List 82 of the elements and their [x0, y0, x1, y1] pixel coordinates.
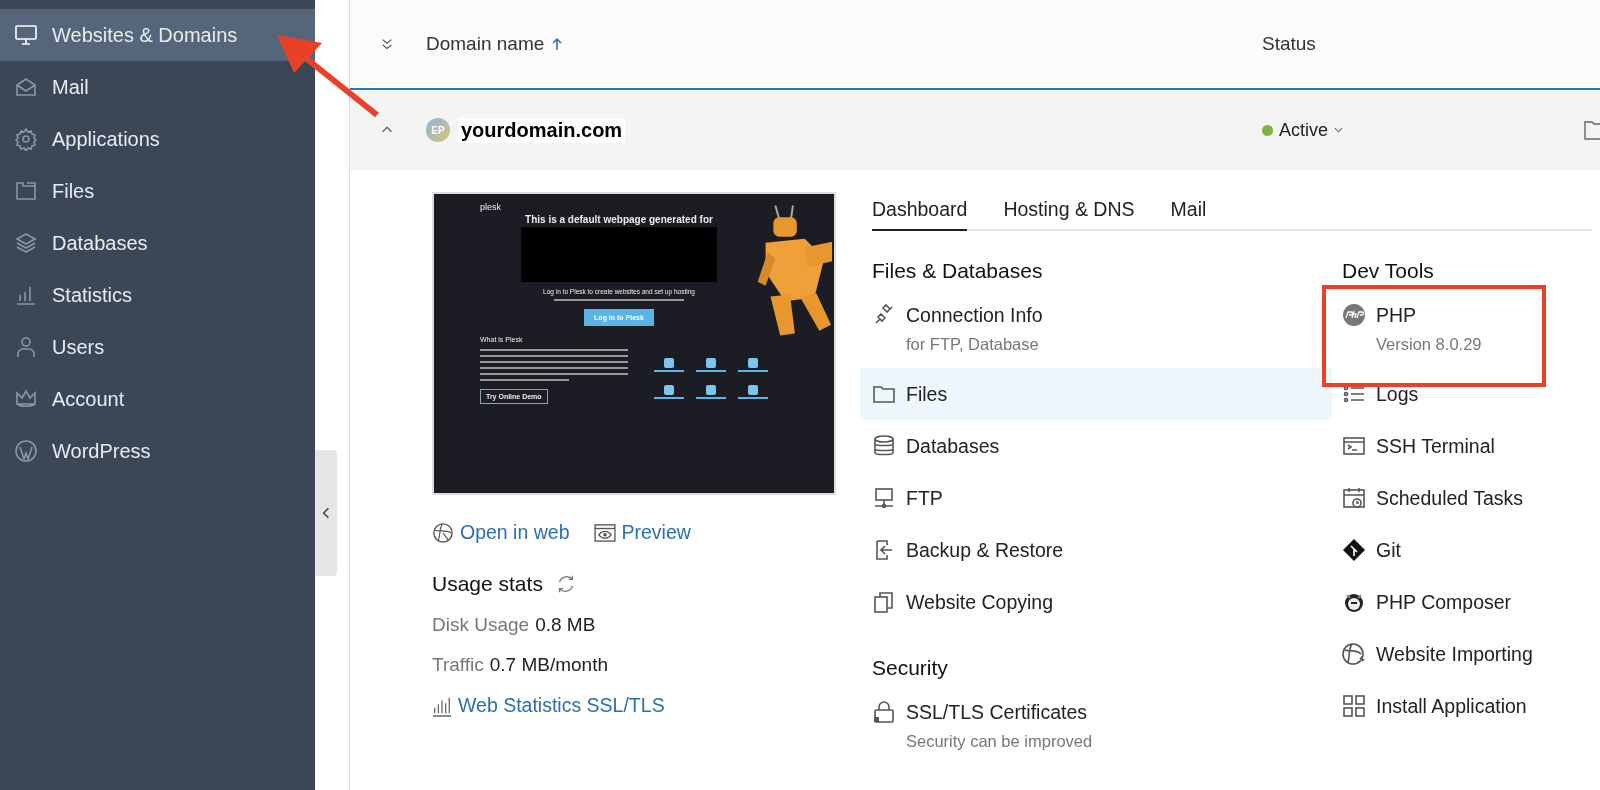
- tile-icon: [748, 358, 758, 368]
- php-icon: [1342, 303, 1366, 327]
- tile-icon: [664, 358, 674, 368]
- sidebar-item[interactable]: Files: [0, 165, 315, 217]
- eye-icon: [593, 523, 616, 542]
- tab[interactable]: Mail: [1170, 192, 1207, 229]
- chevron-left-icon: [322, 506, 330, 520]
- tool-item[interactable]: Databases: [860, 420, 1332, 472]
- sidebar-item[interactable]: Websites & Domains: [0, 9, 315, 61]
- tool-item[interactable]: Website Importing: [1330, 628, 1533, 680]
- label-line-drawing: [738, 370, 768, 372]
- database-icon: [872, 434, 896, 458]
- sidebar-item[interactable]: Mail: [0, 61, 315, 113]
- stat-label: Traffic: [432, 654, 484, 676]
- section-heading: Security: [872, 656, 949, 680]
- open-in-web-link[interactable]: Open in web: [432, 521, 570, 544]
- network-icon: [872, 486, 896, 510]
- stat-value: 0.7 MB/month: [489, 654, 608, 676]
- gear-icon: [14, 127, 38, 151]
- label-line-drawing: [654, 370, 684, 372]
- tool-description: Version 8.0.29: [1376, 335, 1483, 354]
- sidebar-collapse-handle[interactable]: [315, 450, 337, 576]
- tool-item[interactable]: Logs: [1330, 368, 1533, 420]
- tool-item[interactable]: Connection Info for FTP, Database: [860, 289, 1332, 368]
- section-heading: Dev Tools: [1342, 259, 1435, 283]
- calendar-clock-icon: [1342, 486, 1366, 510]
- label-line-drawing: [696, 397, 726, 399]
- tool-item[interactable]: PHP Version 8.0.29: [1330, 289, 1533, 368]
- sidebar-item[interactable]: Databases: [0, 217, 315, 269]
- sidebar-item[interactable]: WordPress: [0, 425, 315, 477]
- sidebar-item[interactable]: Statistics: [0, 269, 315, 321]
- terminal-icon: [1342, 434, 1366, 458]
- web-statistics-link[interactable]: Web Statistics SSL/TLS: [432, 694, 665, 717]
- user-icon: [14, 335, 38, 359]
- tile-icon: [706, 385, 716, 395]
- tool-item[interactable]: SSL/TLS Certificates Security can be improved: [860, 686, 1332, 765]
- wordpress-icon: [14, 439, 38, 463]
- logo-text: plesk: [480, 202, 501, 212]
- copy-icon: [872, 590, 896, 614]
- tool-description: for FTP, Database: [906, 335, 1040, 354]
- tab[interactable]: Hosting & DNS: [1003, 192, 1135, 229]
- avatar: EP: [426, 118, 450, 142]
- folder-icon: [14, 179, 38, 203]
- tool-item[interactable]: SSH Terminal: [1330, 420, 1533, 472]
- section-heading: Files & Databases: [872, 259, 1044, 283]
- sidebar-item[interactable]: Account: [0, 373, 315, 425]
- status-dropdown[interactable]: Active: [1279, 119, 1329, 141]
- preview-heading: This is a default webpage generated for: [525, 214, 713, 225]
- tool-item[interactable]: Files: [860, 368, 1332, 420]
- sidebar-item[interactable]: Applications: [0, 113, 315, 165]
- tile-icon: [706, 358, 716, 368]
- tool-item[interactable]: Website Copying: [860, 576, 1332, 628]
- tool-item[interactable]: PHP Composer: [1330, 576, 1533, 628]
- tool-item[interactable]: Install Application: [1330, 680, 1533, 732]
- globe-icon: [432, 521, 454, 544]
- layers-icon: [14, 231, 38, 255]
- tool-item[interactable]: Scheduled Tasks: [1330, 472, 1533, 524]
- tile-icon: [748, 385, 758, 395]
- tool-item[interactable]: FTP: [860, 472, 1332, 524]
- stat-label: Disk Usage: [432, 614, 530, 636]
- diamond-icon: [1342, 538, 1366, 562]
- domain-name[interactable]: yourdomain.com: [458, 117, 626, 143]
- caret-icon: [1334, 127, 1344, 133]
- monitor-icon: [14, 23, 38, 47]
- tool-item[interactable]: Git: [1330, 524, 1533, 576]
- tile-icon: [664, 385, 674, 395]
- column-header[interactable]: Status: [1262, 33, 1316, 55]
- preview-link[interactable]: Preview: [593, 521, 691, 544]
- section-heading: Usage stats: [432, 572, 543, 596]
- tool-description: Security can be improved: [906, 732, 1094, 751]
- collapse-all-icon[interactable]: [380, 37, 394, 51]
- tab[interactable]: Dashboard: [872, 192, 968, 231]
- column-header[interactable]: Domain name: [426, 33, 545, 55]
- label-line-drawing: [696, 370, 726, 372]
- envelope-icon: [14, 75, 38, 99]
- tool-item[interactable]: Backup & Restore: [860, 524, 1332, 576]
- label-line-drawing: [738, 397, 768, 399]
- label-line-drawing: [654, 397, 684, 399]
- lock-icon: [872, 700, 896, 724]
- sidebar-item[interactable]: Users: [0, 321, 315, 373]
- grid-icon: [1342, 694, 1366, 718]
- stat-value: 0.8 MB: [535, 614, 596, 636]
